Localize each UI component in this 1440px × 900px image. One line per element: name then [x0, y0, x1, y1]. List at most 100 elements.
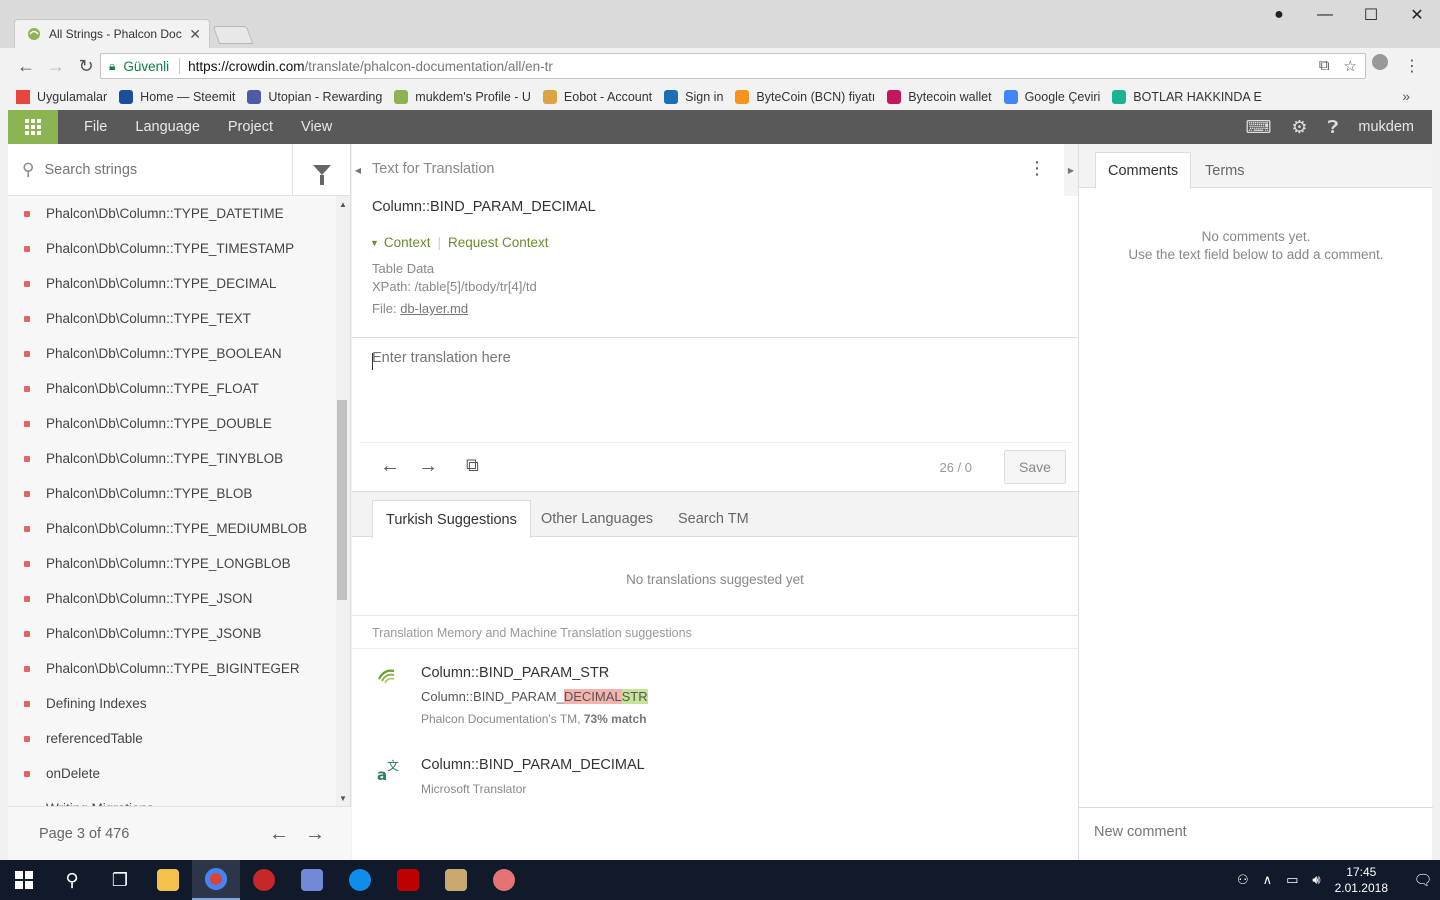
search-taskbar-icon[interactable]: ⚲	[48, 860, 96, 900]
bookmark-item[interactable]: Sign in	[664, 90, 723, 104]
collapse-left-icon[interactable]: ◀	[352, 144, 364, 196]
filezilla-icon[interactable]	[384, 860, 432, 900]
prev-page-icon[interactable]: ←	[269, 823, 289, 846]
bookmark-item[interactable]: Home — Steemit	[119, 90, 235, 104]
string-item[interactable]: Defining Indexes	[8, 686, 336, 721]
clock[interactable]: 17:45 2.01.2018	[1335, 864, 1388, 896]
back-icon[interactable]: ←	[12, 56, 40, 77]
gear-icon[interactable]: ⚙	[1291, 117, 1307, 138]
maximize-icon[interactable]: ☐	[1348, 5, 1394, 25]
discord-icon[interactable]	[288, 860, 336, 900]
tab-search-tm[interactable]: Search TM	[665, 500, 762, 538]
volume-icon[interactable]: 🔊︎	[1312, 872, 1320, 888]
search-input[interactable]	[44, 161, 275, 178]
forward-icon[interactable]: →	[42, 56, 70, 77]
bookmark-item[interactable]: Eobot - Account	[542, 90, 652, 104]
caret-down-icon: ▼	[370, 237, 379, 248]
string-item[interactable]: Phalcon\Db\Column::TYPE_DOUBLE	[8, 406, 336, 441]
string-item[interactable]: Phalcon\Db\Column::TYPE_TINYBLOB	[8, 441, 336, 476]
chrome-icon[interactable]	[192, 860, 240, 900]
next-page-icon[interactable]: →	[305, 823, 325, 846]
browser-tab[interactable]: All Strings - Phalcon Doc ✕	[14, 19, 210, 48]
translate-icon[interactable]: ⧉	[1319, 57, 1330, 75]
bookmark-item[interactable]: BOTLAR HAKKINDA E	[1112, 90, 1262, 104]
string-item[interactable]: Phalcon\Db\Column::TYPE_BOOLEAN	[8, 336, 336, 371]
bookmarks-overflow-icon[interactable]: »	[1402, 88, 1410, 104]
window-close-icon[interactable]: ✕	[1394, 5, 1440, 25]
bookmark-item[interactable]: Uygulamalar	[16, 90, 107, 104]
network-icon[interactable]: ▭	[1286, 872, 1298, 888]
profile-icon[interactable]: ●	[1256, 6, 1302, 24]
save-button[interactable]: Save	[1004, 450, 1066, 484]
string-item[interactable]: Phalcon\Db\Column::TYPE_TEXT	[8, 301, 336, 336]
tm-suggestion[interactable]: Column::BIND_PARAM_STR Column::BIND_PARA…	[352, 665, 1078, 735]
context-toggle[interactable]: Context	[384, 235, 431, 250]
string-item[interactable]: onDelete	[8, 756, 336, 791]
reload-icon[interactable]: ↻	[72, 56, 100, 77]
bookmark-item[interactable]: ByteCoin (BCN) fiyatı	[735, 90, 875, 104]
string-item[interactable]: Phalcon\Db\Column::TYPE_FLOAT	[8, 371, 336, 406]
copy-source-icon[interactable]: ⧉	[466, 455, 479, 476]
tab-other-languages[interactable]: Other Languages	[528, 500, 666, 538]
scroll-up-icon[interactable]: ▲	[339, 200, 347, 209]
collapse-right-icon[interactable]: ▶	[1064, 144, 1078, 196]
file-explorer-icon[interactable]	[144, 860, 192, 900]
app-parrot-icon[interactable]	[480, 860, 528, 900]
bookmark-item[interactable]: Utopian - Rewarding	[247, 90, 382, 104]
user-menu[interactable]: mukdem	[1358, 119, 1414, 135]
scroll-down-icon[interactable]: ▼	[339, 794, 347, 803]
string-item[interactable]: Phalcon\Db\Column::TYPE_BIGINTEGER	[8, 651, 336, 686]
filter-button[interactable]	[292, 144, 351, 196]
string-item[interactable]: Phalcon\Db\Column::TYPE_DECIMAL	[8, 266, 336, 301]
file-link[interactable]: db-layer.md	[400, 301, 468, 316]
tab-comments[interactable]: Comments	[1095, 152, 1192, 189]
string-item[interactable]: Phalcon\Db\Column::TYPE_JSON	[8, 581, 336, 616]
string-item[interactable]: Writing Migrations	[8, 791, 336, 806]
previous-string-icon[interactable]: ←	[380, 455, 400, 478]
bookmark-star-icon[interactable]: ☆	[1344, 57, 1357, 75]
tab-terms[interactable]: Terms	[1193, 152, 1256, 189]
people-icon[interactable]: ⚇	[1237, 872, 1249, 888]
string-item[interactable]: Phalcon\Db\Column::TYPE_DATETIME	[8, 196, 336, 231]
browser-menu-icon[interactable]: ⋮	[1404, 56, 1420, 76]
start-button[interactable]	[0, 860, 48, 900]
new-tab-button[interactable]	[212, 26, 254, 44]
string-item[interactable]: Phalcon\Db\Column::TYPE_MEDIUMBLOB	[8, 511, 336, 546]
minimize-icon[interactable]: —	[1302, 6, 1348, 24]
string-item[interactable]: Phalcon\Db\Column::TYPE_LONGBLOB	[8, 546, 336, 581]
notifications-icon[interactable]: 🗨︎	[1406, 871, 1440, 889]
menu-language[interactable]: Language	[135, 119, 200, 135]
menu-view[interactable]: View	[301, 119, 332, 135]
clock-date: 2.01.2018	[1334, 881, 1388, 895]
menu-file[interactable]: File	[84, 119, 107, 135]
string-item[interactable]: Phalcon\Db\Column::TYPE_JSONB	[8, 616, 336, 651]
app-red-icon[interactable]	[240, 860, 288, 900]
tab-turkish-suggestions[interactable]: Turkish Suggestions	[372, 500, 531, 538]
scrollbar-thumb[interactable]	[337, 400, 347, 600]
translation-input[interactable]	[372, 350, 1052, 430]
teamviewer-icon[interactable]	[336, 860, 384, 900]
help-icon[interactable]: ❓︎	[1328, 117, 1339, 138]
string-item[interactable]: Phalcon\Db\Column::TYPE_TIMESTAMP	[8, 231, 336, 266]
string-item[interactable]: Phalcon\Db\Column::TYPE_BLOB	[8, 476, 336, 511]
more-options-icon[interactable]: ⋮	[1028, 158, 1046, 179]
bookmark-item[interactable]: Google Çeviri	[1003, 90, 1100, 104]
tray-overflow-icon[interactable]: ∧	[1263, 872, 1273, 888]
mt-suggestion[interactable]: a 文 Column::BIND_PARAM_DECIMAL Microsoft…	[352, 757, 1078, 807]
bookmark-item[interactable]: mukdem's Profile - U	[394, 90, 531, 104]
request-context-link[interactable]: Request Context	[448, 235, 549, 250]
keyboard-icon[interactable]: ⌨	[1245, 117, 1271, 138]
close-tab-icon[interactable]: ✕	[189, 26, 201, 43]
task-view-icon[interactable]: ❐	[96, 860, 144, 900]
string-item[interactable]: referencedTable	[8, 721, 336, 756]
new-comment-input[interactable]	[1094, 824, 1414, 840]
menu-project[interactable]: Project	[228, 119, 273, 135]
next-string-icon[interactable]: →	[418, 455, 438, 478]
address-bar[interactable]: 🔒︎ Güvenli https://crowdin.com/translate…	[100, 53, 1366, 79]
tab-strip: All Strings - Phalcon Doc ✕ ● — ☐ ✕	[0, 0, 1440, 48]
apps-grid-button[interactable]	[8, 110, 58, 144]
bookmark-item[interactable]: Bytecoin wallet	[887, 90, 992, 104]
extension-icon[interactable]	[1372, 54, 1388, 70]
strings-scrollbar[interactable]: ▲ ▼	[336, 196, 350, 806]
league-icon[interactable]	[432, 860, 480, 900]
